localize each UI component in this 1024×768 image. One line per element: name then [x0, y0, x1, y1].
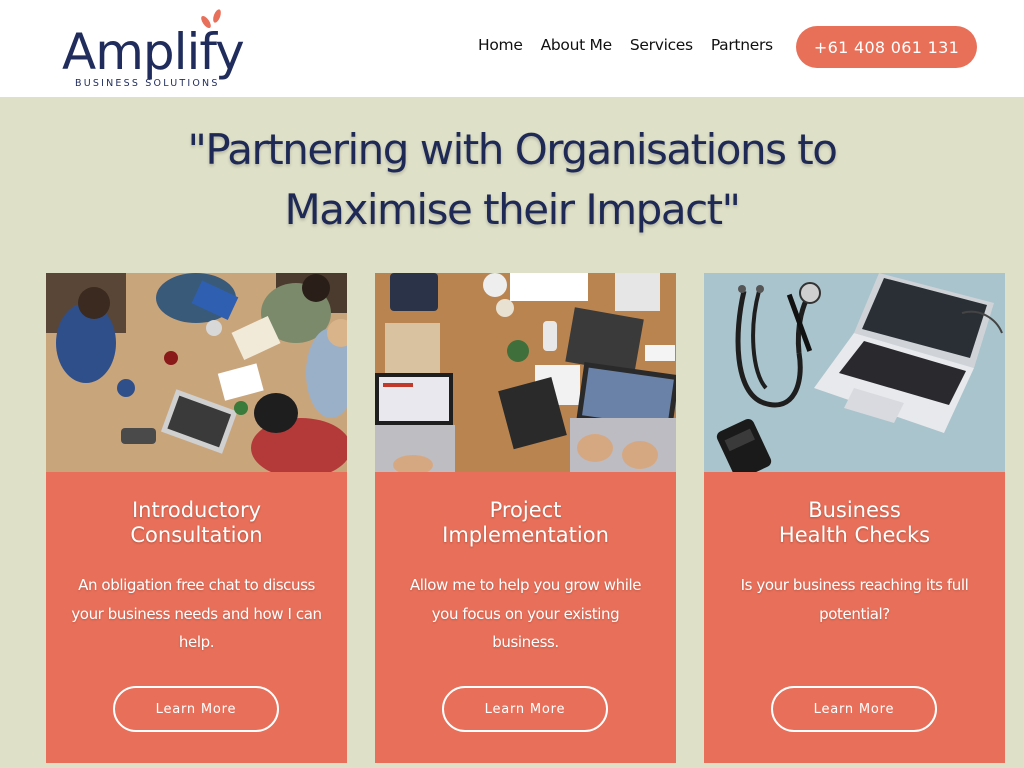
service-card-implementation: Project Implementation Allow me to help … — [375, 273, 676, 763]
phone-button[interactable]: +61 408 061 131 — [796, 26, 977, 68]
nav-home[interactable]: Home — [478, 36, 523, 54]
team-meeting-photo — [46, 273, 347, 472]
card-title: Project Implementation — [375, 498, 676, 548]
logo-tagline: BUSINESS SOLUTIONS — [75, 78, 220, 89]
site-header: Amplify BUSINESS SOLUTIONS Home About Me… — [0, 0, 1024, 97]
card-title-line-1: Project — [489, 498, 562, 522]
card-title: Introductory Consultation — [46, 498, 347, 548]
learn-more-button[interactable]: Learn More — [113, 686, 279, 732]
service-card-health-checks: Business Health Checks Is your business … — [704, 273, 1005, 763]
card-description: Is your business reaching its full poten… — [740, 576, 969, 623]
card-title-line-1: Introductory — [131, 498, 262, 522]
nav-partners[interactable]: Partners — [711, 36, 773, 54]
nav-services[interactable]: Services — [630, 36, 693, 54]
card-title-line-2: Consultation — [130, 523, 263, 547]
learn-more-button[interactable]: Learn More — [771, 686, 937, 732]
stethoscope-laptop-photo — [704, 273, 1005, 472]
hero-headline: "Partnering with Organisations to Maximi… — [0, 120, 1024, 240]
nav-about-me[interactable]: About Me — [541, 36, 613, 54]
card-description: Allow me to help you grow while you focu… — [409, 576, 642, 651]
main-nav: Home About Me Services Partners — [478, 36, 773, 54]
amplify-logo[interactable]: Amplify BUSINESS SOLUTIONS — [62, 8, 252, 92]
laptops-desk-photo — [375, 273, 676, 472]
logo-wordmark: Amplify — [62, 23, 245, 81]
card-description: An obligation free chat to discuss your … — [71, 576, 322, 651]
card-title-line-1: Business — [808, 498, 901, 522]
hero-line-2: Maximise their Impact" — [284, 185, 741, 234]
card-title-line-2: Implementation — [442, 523, 609, 547]
hero-line-1: "Partnering with Organisations to — [187, 125, 838, 174]
service-card-consultation: Introductory Consultation An obligation … — [46, 273, 347, 763]
card-title-line-2: Health Checks — [778, 523, 931, 547]
learn-more-button[interactable]: Learn More — [442, 686, 608, 732]
card-title: Business Health Checks — [704, 498, 1005, 548]
